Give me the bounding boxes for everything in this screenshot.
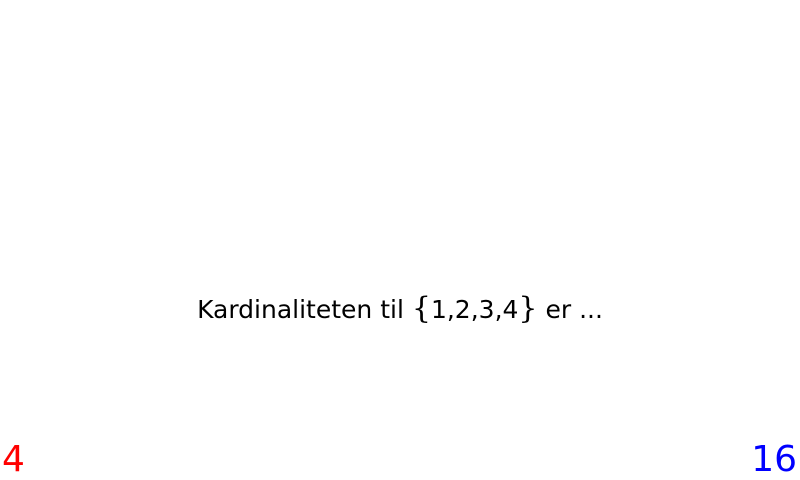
answer-option-left[interactable]: 4: [2, 440, 25, 480]
question-suffix: er ...: [537, 295, 603, 324]
set-close-brace: }: [518, 291, 538, 326]
set-open-brace: {: [411, 291, 431, 326]
question-text: Kardinaliteten til {1,2,3,4} er ...: [0, 291, 800, 326]
answer-option-right[interactable]: 16: [751, 440, 797, 480]
question-prefix: Kardinaliteten til: [197, 295, 412, 324]
set-elements: 1,2,3,4: [430, 295, 519, 324]
